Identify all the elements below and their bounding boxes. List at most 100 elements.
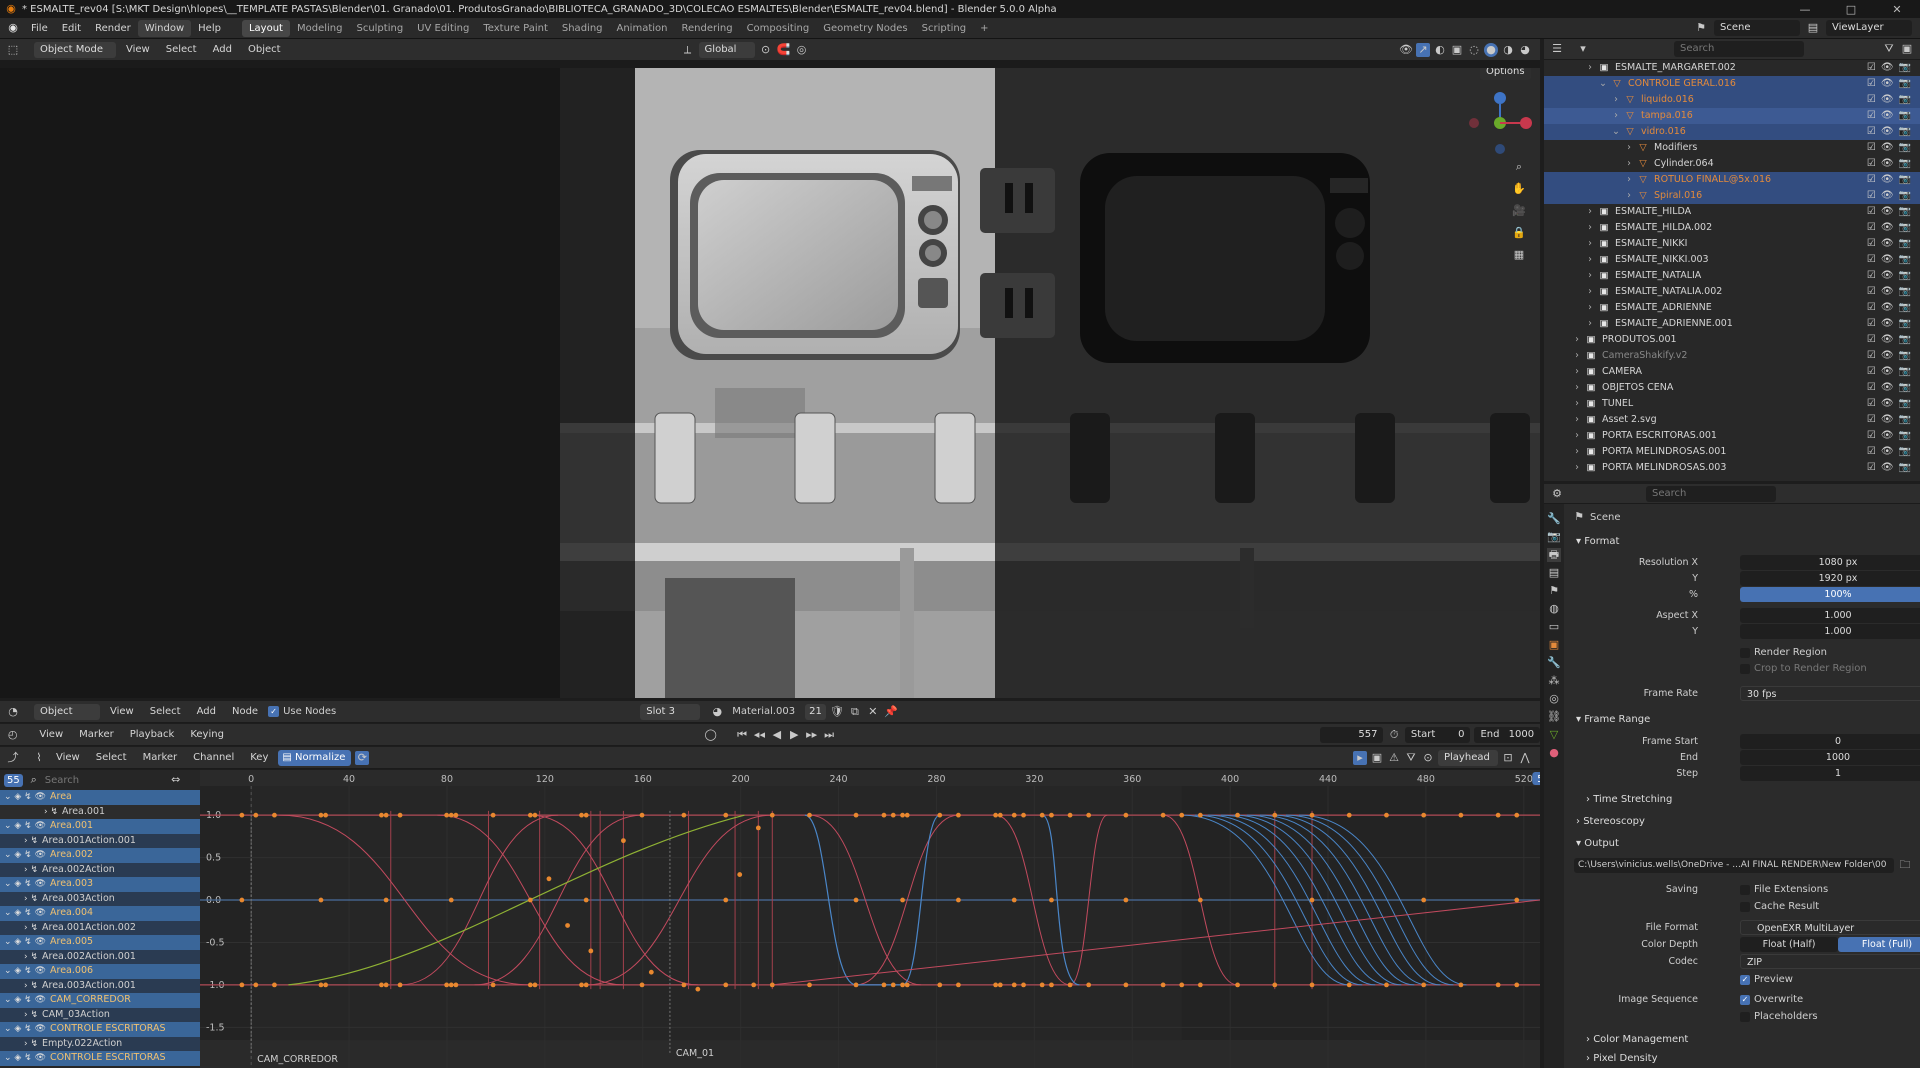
visibility-toggles[interactable]: ☑👁📷	[1867, 284, 1916, 300]
outliner-row[interactable]: › ▣ TUNEL ☑👁📷	[1544, 396, 1920, 412]
tab-shading[interactable]: Shading	[555, 20, 610, 37]
output-panel-header[interactable]: ▾ Output	[1576, 838, 1619, 849]
outliner-row[interactable]: › ▽ ROTULO FINALL@5x.016 ☑👁📷	[1544, 172, 1920, 188]
tab-rendering[interactable]: Rendering	[674, 20, 739, 37]
modifier-tab-icon[interactable]: 🔧	[1547, 656, 1561, 670]
3d-viewport[interactable]: ▸ ▪ ▪ ▪ ▪	[0, 68, 1540, 698]
particles-tab-icon[interactable]: ⁂	[1547, 674, 1561, 688]
world-tab-icon[interactable]: ◍	[1547, 602, 1561, 616]
frame-end-field[interactable]: 1000	[1740, 750, 1920, 765]
stereoscopy-panel-header[interactable]: › Stereoscopy	[1576, 816, 1645, 827]
outliner-search-input[interactable]: Search	[1674, 41, 1804, 57]
filter-channels-icon[interactable]: ⛛	[1404, 751, 1418, 765]
expand-arrow-icon[interactable]: ›	[1570, 332, 1584, 348]
tab-texture-paint[interactable]: Texture Paint	[476, 20, 555, 37]
visibility-toggles[interactable]: ☑👁📷	[1867, 172, 1916, 188]
timeline-menu-view[interactable]: View	[33, 729, 69, 740]
current-frame-field[interactable]: 557	[1319, 726, 1384, 743]
snap-mode-icon[interactable]: ⋀	[1518, 751, 1532, 765]
fake-user-icon[interactable]: 🛡	[830, 705, 844, 719]
overwrite-checkbox[interactable]: ✓	[1740, 994, 1750, 1005]
channel-row[interactable]: ⌄ ◈ ↯ 👁 Area.006	[0, 964, 200, 979]
tab-scripting[interactable]: Scripting	[915, 20, 973, 37]
tab-geometry-nodes[interactable]: Geometry Nodes	[816, 20, 914, 37]
options-button[interactable]: Options	[1480, 68, 1531, 80]
crop-region-checkbox[interactable]	[1740, 663, 1750, 674]
pan-hand-icon[interactable]: ✋	[1512, 182, 1526, 196]
shader-menu-add[interactable]: Add	[191, 706, 222, 717]
blender-menu-icon[interactable]: ◉	[6, 21, 20, 35]
solid-shading-icon[interactable]: ●	[1484, 42, 1498, 57]
expand-arrow-icon[interactable]: ›	[1570, 348, 1584, 364]
outliner-row[interactable]: › ▽ Cylinder.064 ☑👁📷	[1544, 156, 1920, 172]
constraints-tab-icon[interactable]: ⛓	[1547, 710, 1561, 724]
outliner-row[interactable]: ⌄ ▽ CONTROLE GERAL.016 ☑👁📷	[1544, 76, 1920, 92]
outliner-row[interactable]: › ▣ ESMALTE_ADRIENNE.001 ☑👁📷	[1544, 316, 1920, 332]
channel-row[interactable]: ⌄ ◈ ↯ 👁 Area.001	[0, 819, 200, 834]
next-keyframe-icon[interactable]: ▸▸	[805, 728, 818, 742]
expand-arrow-icon[interactable]: ›	[1583, 316, 1597, 332]
file-extensions-checkbox[interactable]	[1740, 884, 1750, 895]
slot-selector[interactable]: Slot 3	[640, 703, 701, 720]
visibility-toggles[interactable]: ☑👁📷	[1867, 412, 1916, 428]
visibility-toggles[interactable]: ☑👁📷	[1867, 332, 1916, 348]
menu-window[interactable]: Window	[137, 19, 192, 37]
graph-menu-channel[interactable]: Channel	[187, 752, 240, 763]
end-frame-field[interactable]: End 1000	[1474, 726, 1541, 743]
visibility-toggles[interactable]: ☑👁📷	[1867, 364, 1916, 380]
jump-start-icon[interactable]: ⏮	[735, 728, 748, 742]
use-nodes-checkbox[interactable]: ✓	[268, 706, 280, 717]
channel-row[interactable]: ⌄ ◈ ↯ 👁 Area.004	[0, 906, 200, 921]
shader-type-selector[interactable]: Object	[34, 703, 100, 720]
outliner-row[interactable]: › ▣ PRODUTOS.001 ☑👁📷	[1544, 332, 1920, 348]
outliner-row[interactable]: › ▣ ESMALTE_ADRIENNE ☑👁📷	[1544, 300, 1920, 316]
outliner-row[interactable]: › ▣ ESMALTE_NATALIA ☑👁📷	[1544, 268, 1920, 284]
only-selected-icon[interactable]: ▸	[1353, 750, 1367, 765]
outliner-row[interactable]: › ▽ Modifiers ☑👁📷	[1544, 140, 1920, 156]
scene-tab-icon[interactable]: ⚑	[1547, 584, 1561, 598]
filter-icon[interactable]: ⛛	[1882, 42, 1896, 56]
channel-row[interactable]: ⌄ ◈ ↯ 👁 Area.005	[0, 935, 200, 950]
channel-search-input[interactable]: Search	[45, 775, 165, 786]
expand-arrow-icon[interactable]: ⌄	[1609, 124, 1623, 140]
mode-selector[interactable]: Object Mode	[34, 41, 116, 58]
snap-icon[interactable]: 🧲	[777, 43, 791, 57]
folder-icon[interactable]: 🗀	[1898, 858, 1912, 872]
render-region-checkbox[interactable]	[1740, 647, 1750, 658]
shader-menu-select[interactable]: Select	[144, 706, 187, 717]
material-shading-icon[interactable]: ◑	[1501, 43, 1515, 57]
channel-row[interactable]: › ↯ Area.001Action.001	[0, 833, 200, 848]
channel-row[interactable]: ⌄ ◈ ↯ 👁 Area.002	[0, 848, 200, 863]
tab-modeling[interactable]: Modeling	[290, 20, 350, 37]
errors-icon[interactable]: ⚠	[1387, 751, 1401, 765]
scene-selector[interactable]: Scene	[1714, 20, 1800, 36]
expand-arrow-icon[interactable]: ›	[1622, 188, 1636, 204]
frame-rate-dropdown[interactable]: 30 fps	[1740, 686, 1920, 701]
gizmo-icon[interactable]: ↗	[1416, 42, 1430, 57]
wireframe-shading-icon[interactable]: ◌	[1467, 43, 1481, 57]
timeline-editor-icon[interactable]: ◴	[6, 728, 19, 742]
expand-arrow-icon[interactable]: ›	[1583, 252, 1597, 268]
snap-toggle-icon[interactable]: ⊡	[1501, 751, 1515, 765]
aspect-x-field[interactable]: 1.000	[1740, 608, 1920, 623]
expand-arrow-icon[interactable]: ›	[1570, 396, 1584, 412]
object-tab-icon[interactable]: ▣	[1547, 638, 1561, 652]
jump-end-icon[interactable]: ⏭	[822, 728, 835, 742]
material-users-count[interactable]: 21	[805, 703, 826, 720]
expand-arrow-icon[interactable]: ›	[1583, 220, 1597, 236]
curve-area[interactable]: -400408012016020024028032036040044048052…	[200, 770, 1540, 1068]
preview-checkbox[interactable]: ✓	[1740, 974, 1750, 985]
properties-search-input[interactable]: Search	[1646, 485, 1776, 502]
viewport-menu-select[interactable]: Select	[160, 44, 203, 55]
tool-tab-icon[interactable]: 🔧	[1547, 512, 1561, 526]
pivot-point-selector[interactable]: Playhead	[1438, 749, 1498, 766]
timeline-menu-keying[interactable]: Keying	[184, 729, 230, 740]
unlink-material-icon[interactable]: ✕	[866, 705, 880, 719]
new-collection-icon[interactable]: ▣	[1900, 42, 1914, 56]
timeline-menu-marker[interactable]: Marker	[73, 729, 120, 740]
expand-arrow-icon[interactable]: ⌄	[1596, 76, 1610, 92]
shader-menu-node[interactable]: Node	[226, 706, 264, 717]
channel-row[interactable]: ⌄ ◈ ↯ 👁 Area	[0, 790, 200, 805]
outliner-row[interactable]: › ▣ CameraShakify.v2 ☑👁📷	[1544, 348, 1920, 364]
viewport-menu-object[interactable]: Object	[242, 44, 287, 55]
